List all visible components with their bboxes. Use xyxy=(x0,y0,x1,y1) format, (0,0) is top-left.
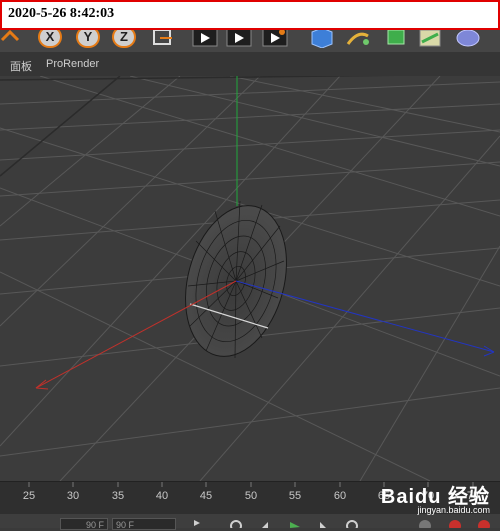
tick-label: 40 xyxy=(155,490,169,502)
timestamp-text: 2020-5-26 8:42:03 xyxy=(8,6,115,21)
perspective-viewport[interactable] xyxy=(0,76,500,481)
viewport-canvas xyxy=(0,76,500,481)
playback-buttons xyxy=(194,520,490,528)
menu-prorender[interactable]: ProRender xyxy=(46,58,99,70)
tick-label: 60 xyxy=(333,490,347,502)
viewport-menu-bar: 面板 ProRender xyxy=(0,52,500,77)
tick-label: 45 xyxy=(199,490,213,502)
tick-label: 55 xyxy=(288,490,302,502)
menu-panel[interactable]: 面板 xyxy=(10,58,32,74)
watermark-logo: Baidu 经验 jingyan.baidu.com xyxy=(381,480,490,515)
tick-label: 25 xyxy=(22,490,36,502)
tick-label: 35 xyxy=(111,490,125,502)
timestamp-banner: 2020-5-26 8:42:03 xyxy=(0,0,500,30)
tick-label: 30 xyxy=(66,490,80,502)
playback-controls: 90 F 90 F xyxy=(0,514,500,530)
tick-label: 50 xyxy=(244,490,258,502)
